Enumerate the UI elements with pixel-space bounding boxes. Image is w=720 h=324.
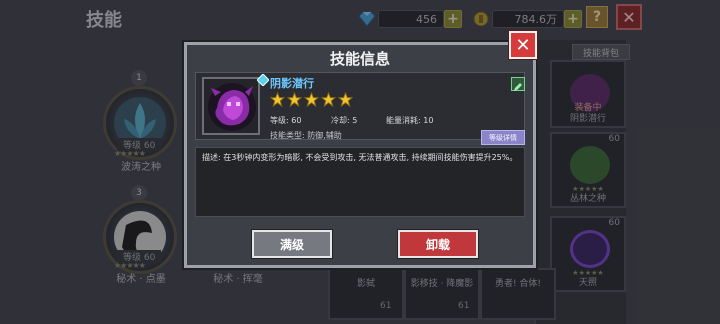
star-icon bbox=[321, 92, 336, 107]
skill-energy-cost: 能量消耗: 10 bbox=[386, 116, 434, 125]
star-icon bbox=[270, 92, 285, 107]
skill-level: 等级: 60 bbox=[270, 116, 302, 125]
shadow-creature-icon bbox=[208, 83, 256, 131]
star-rating bbox=[270, 92, 353, 107]
gem-icon bbox=[257, 74, 269, 86]
skill-cooldown: 冷却: 5 bbox=[331, 116, 358, 125]
star-icon bbox=[338, 92, 353, 107]
skill-icon-frame bbox=[202, 77, 260, 135]
skill-name: 阴影潜行 bbox=[270, 77, 314, 90]
skill-description: 描述: 在3秒钟内变形为暗影, 不会受到攻击, 无法普通攻击, 持续期间技能伤害… bbox=[195, 147, 525, 217]
level-detail-button[interactable]: 等级详情 bbox=[481, 130, 525, 145]
star-icon bbox=[287, 92, 302, 107]
star-icon bbox=[304, 92, 319, 107]
max-level-button[interactable]: 满级 bbox=[252, 230, 332, 258]
skill-type: 技能类型: 防御,辅助 bbox=[270, 131, 342, 140]
dialog-title: 技能信息 bbox=[329, 50, 390, 68]
close-dialog-button[interactable]: ✕ bbox=[509, 31, 537, 59]
skill-summary: 阴影潜行 等级: 60 冷却: 5 能量消耗: 10 技能类型: 防御,辅助 bbox=[195, 72, 525, 140]
edit-icon[interactable] bbox=[511, 77, 525, 91]
unequip-button[interactable]: 卸载 bbox=[398, 230, 478, 258]
skill-info-dialog: 技能信息 阴影潜行 等级: 60 冷却: 5 能量消耗: 10 技能类型: 防御… bbox=[184, 42, 536, 268]
